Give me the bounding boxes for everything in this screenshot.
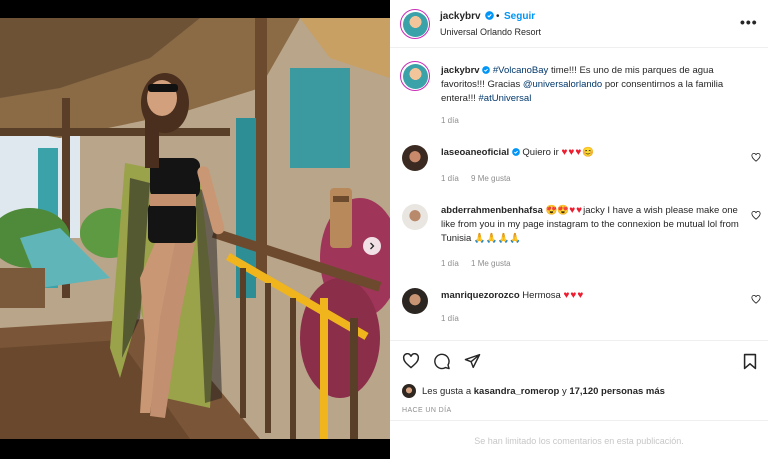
likes-prefix: Les gusta a — [422, 385, 474, 397]
comment-age[interactable]: 1 día — [441, 259, 459, 268]
commenter-avatar[interactable] — [402, 145, 428, 171]
suffix-emojis: 🙏🙏🙏🙏 — [473, 233, 522, 244]
heart-emojis: ♥♥ — [569, 205, 584, 216]
header-separator: • — [496, 11, 500, 22]
commenter-avatar[interactable] — [402, 204, 428, 230]
comment-text: abderrahmenbenhafsa 😍😍♥♥jacky I have a w… — [441, 204, 741, 246]
comment-likes[interactable]: 9 Me gusta — [471, 174, 511, 183]
comment-username[interactable]: laseoaneoficial — [441, 147, 509, 158]
comment-age[interactable]: 1 día — [441, 174, 459, 183]
like-comment-heart-icon[interactable] — [751, 153, 761, 162]
commenter-avatar[interactable] — [402, 288, 428, 314]
comment-body: Hermosa — [522, 290, 564, 301]
caption-author-avatar[interactable] — [400, 61, 430, 91]
likes-count[interactable]: 17,120 personas más — [569, 386, 665, 397]
heart-emojis: ♥♥♥ — [563, 290, 585, 301]
author-avatar[interactable] — [400, 9, 430, 39]
post-header: jackybrv • Seguir Universal Orlando Reso… — [390, 0, 768, 48]
save-bookmark-icon[interactable] — [743, 353, 757, 370]
caption-username[interactable]: jackybrv — [441, 65, 480, 76]
hashtag-volcanobay[interactable]: #VolcanoBay — [493, 65, 548, 76]
comment-text: laseoaneoficial Quiero ir ♥♥♥😊 — [441, 146, 741, 160]
comment-username[interactable]: abderrahmenbenhafsa — [441, 205, 543, 216]
post-photo[interactable] — [0, 18, 390, 439]
follow-button[interactable]: Seguir — [504, 11, 535, 22]
more-options-icon[interactable]: ••• — [740, 14, 758, 30]
like-comment-heart-icon[interactable] — [751, 295, 761, 304]
caption-text: jackybrv #VolcanoBay time!!! Es uno de m… — [441, 64, 741, 106]
post-location[interactable]: Universal Orlando Resort — [440, 27, 541, 37]
comment-meta: 1 día 9 Me gusta — [441, 174, 521, 183]
comment-likes[interactable]: 1 Me gusta — [471, 259, 511, 268]
author-username[interactable]: jackybrv — [440, 11, 481, 22]
comment-bubble-icon[interactable] — [433, 353, 451, 370]
liker-avatar[interactable] — [402, 384, 416, 398]
prefix-emojis: 😍😍 — [545, 205, 570, 216]
comment-age[interactable]: 1 día — [441, 314, 459, 323]
next-photo-button[interactable] — [363, 237, 381, 255]
likes-middle: y — [559, 385, 570, 397]
verified-badge-icon — [485, 11, 494, 20]
verified-badge-icon — [511, 148, 520, 156]
comment-username[interactable]: manriquezorozco — [441, 290, 520, 301]
face-emoji: 😊 — [582, 147, 595, 158]
post-photo-illustration — [0, 18, 390, 439]
comment-text: manriquezorozco Hermosa ♥♥♥ — [441, 289, 741, 303]
verified-badge-icon — [482, 66, 491, 74]
hashtag-atuniversal[interactable]: #atUniversal — [479, 93, 532, 104]
comments-limited-notice: Se han limitado los comentarios en esta … — [390, 420, 768, 459]
comment-meta: 1 día — [441, 314, 469, 323]
post-details-panel: jackybrv • Seguir Universal Orlando Reso… — [390, 0, 768, 459]
mention-universalorlando[interactable]: @universalorlando — [523, 79, 602, 90]
liker-username[interactable]: kasandra_romerop — [474, 386, 560, 397]
comment-meta: 1 día 1 Me gusta — [441, 259, 521, 268]
caption-meta: 1 día — [441, 116, 469, 125]
post-timestamp[interactable]: HACE UN DÍA — [402, 407, 452, 414]
like-heart-icon[interactable] — [402, 353, 420, 369]
post-action-bar — [390, 340, 768, 376]
like-comment-heart-icon[interactable] — [751, 211, 761, 220]
heart-emojis: ♥♥♥ — [561, 147, 583, 158]
chevron-right-icon — [370, 242, 375, 250]
caption-age[interactable]: 1 día — [441, 116, 459, 125]
comment-body: Quiero ir — [522, 147, 562, 158]
instagram-post-modal: jackybrv • Seguir Universal Orlando Reso… — [0, 0, 768, 459]
likes-text: Les gusta a kasandra_romerop y 17,120 pe… — [422, 386, 665, 397]
likes-summary: Les gusta a kasandra_romerop y 17,120 pe… — [402, 384, 665, 398]
share-send-icon[interactable] — [464, 353, 481, 369]
